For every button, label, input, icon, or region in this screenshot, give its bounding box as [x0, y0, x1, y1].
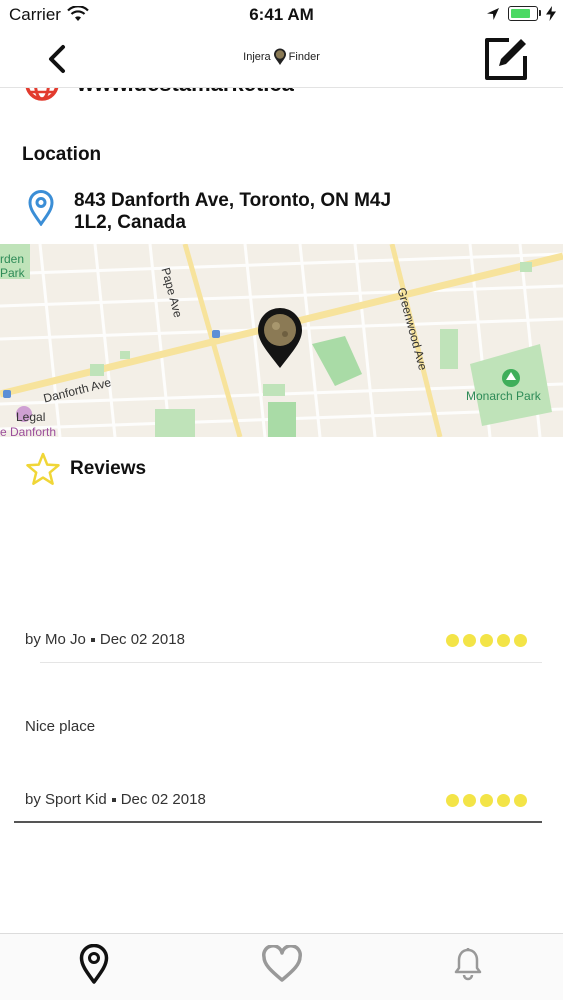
place-marker-icon[interactable] [256, 308, 304, 370]
review-author: by Sport Kid [25, 791, 107, 808]
rating-dot [463, 634, 476, 647]
review-divider [40, 662, 542, 663]
map-label-legal: Legal [16, 410, 46, 424]
place-detail-content[interactable]: www.destamarket.ca Location 843 Danforth… [0, 88, 563, 933]
tab-map[interactable] [70, 940, 118, 988]
review-text: Nice place [25, 718, 96, 735]
rating-stars [446, 794, 527, 807]
separator-dot [111, 798, 116, 803]
battery-tip [539, 10, 541, 16]
rating-dot [497, 634, 510, 647]
logo-pin-icon [273, 48, 286, 65]
bell-icon [454, 948, 482, 981]
location-arrow-icon [487, 8, 499, 20]
status-bar: Carrier 6:41 AM [0, 0, 563, 30]
clock: 6:41 AM [249, 5, 314, 24]
edit-button[interactable] [481, 34, 531, 84]
location-heading: Location [22, 144, 102, 165]
location-pin-icon [28, 190, 54, 226]
review-date: Dec 02 2018 [120, 791, 206, 808]
navigation-bar: Injera Finder [0, 30, 563, 88]
reviews-heading: Reviews [70, 458, 147, 479]
rating-dot [514, 794, 527, 807]
rating-dot [446, 794, 459, 807]
address-text: 843 Danforth Ave, Toronto, ON M4J 1L2, C… [74, 190, 434, 234]
app-name-left: Injera [243, 51, 271, 63]
website-row[interactable]: www.destamarket.ca [24, 88, 294, 102]
app-logo: Injera Finder [0, 48, 563, 66]
map-label-park-2: Park [0, 266, 25, 280]
map-pin-icon [79, 944, 109, 984]
globe-icon [25, 88, 59, 101]
charging-bolt-icon [546, 6, 556, 21]
tab-bar [0, 933, 563, 1000]
rating-dot [463, 794, 476, 807]
map-label-danforth-bottom: e Danforth [0, 425, 57, 437]
address-line-1: 843 Danforth Ave, Toronto, ON M4J [74, 190, 392, 211]
rating-dot [480, 794, 493, 807]
star-icon [26, 452, 60, 485]
rating-dot [446, 634, 459, 647]
review-date: Dec 02 2018 [99, 631, 185, 648]
map-view[interactable]: rden Park Pape Ave Danforth Ave Greenwoo… [0, 244, 563, 437]
map-label-park-1: rden [0, 252, 25, 266]
tab-notifications[interactable] [444, 940, 492, 988]
heart-icon [262, 945, 302, 982]
rating-stars [446, 634, 527, 647]
address-line-2: 1L2, Canada [74, 212, 186, 233]
app-name-right: Finder [288, 51, 320, 63]
map-label-monarch-park: Monarch Park [466, 389, 541, 403]
battery-icon [508, 6, 538, 21]
reviews-end-divider [14, 821, 542, 823]
reviews-header: Reviews [26, 452, 146, 486]
review-author: by Mo Jo [25, 631, 86, 648]
review-item: Nice place [25, 718, 527, 735]
tab-favorites[interactable] [258, 940, 306, 988]
rating-dot [514, 634, 527, 647]
review-meta: by Mo Jo Dec 02 2018 [25, 631, 185, 648]
review-meta: by Sport Kid Dec 02 2018 [25, 791, 206, 808]
edit-icon [485, 38, 527, 80]
rating-dot [497, 794, 510, 807]
separator-dot [90, 638, 95, 643]
website-link[interactable]: www.destamarket.ca [77, 88, 294, 97]
address-row[interactable]: 843 Danforth Ave, Toronto, ON M4J 1L2, C… [28, 190, 434, 234]
rating-dot [480, 634, 493, 647]
